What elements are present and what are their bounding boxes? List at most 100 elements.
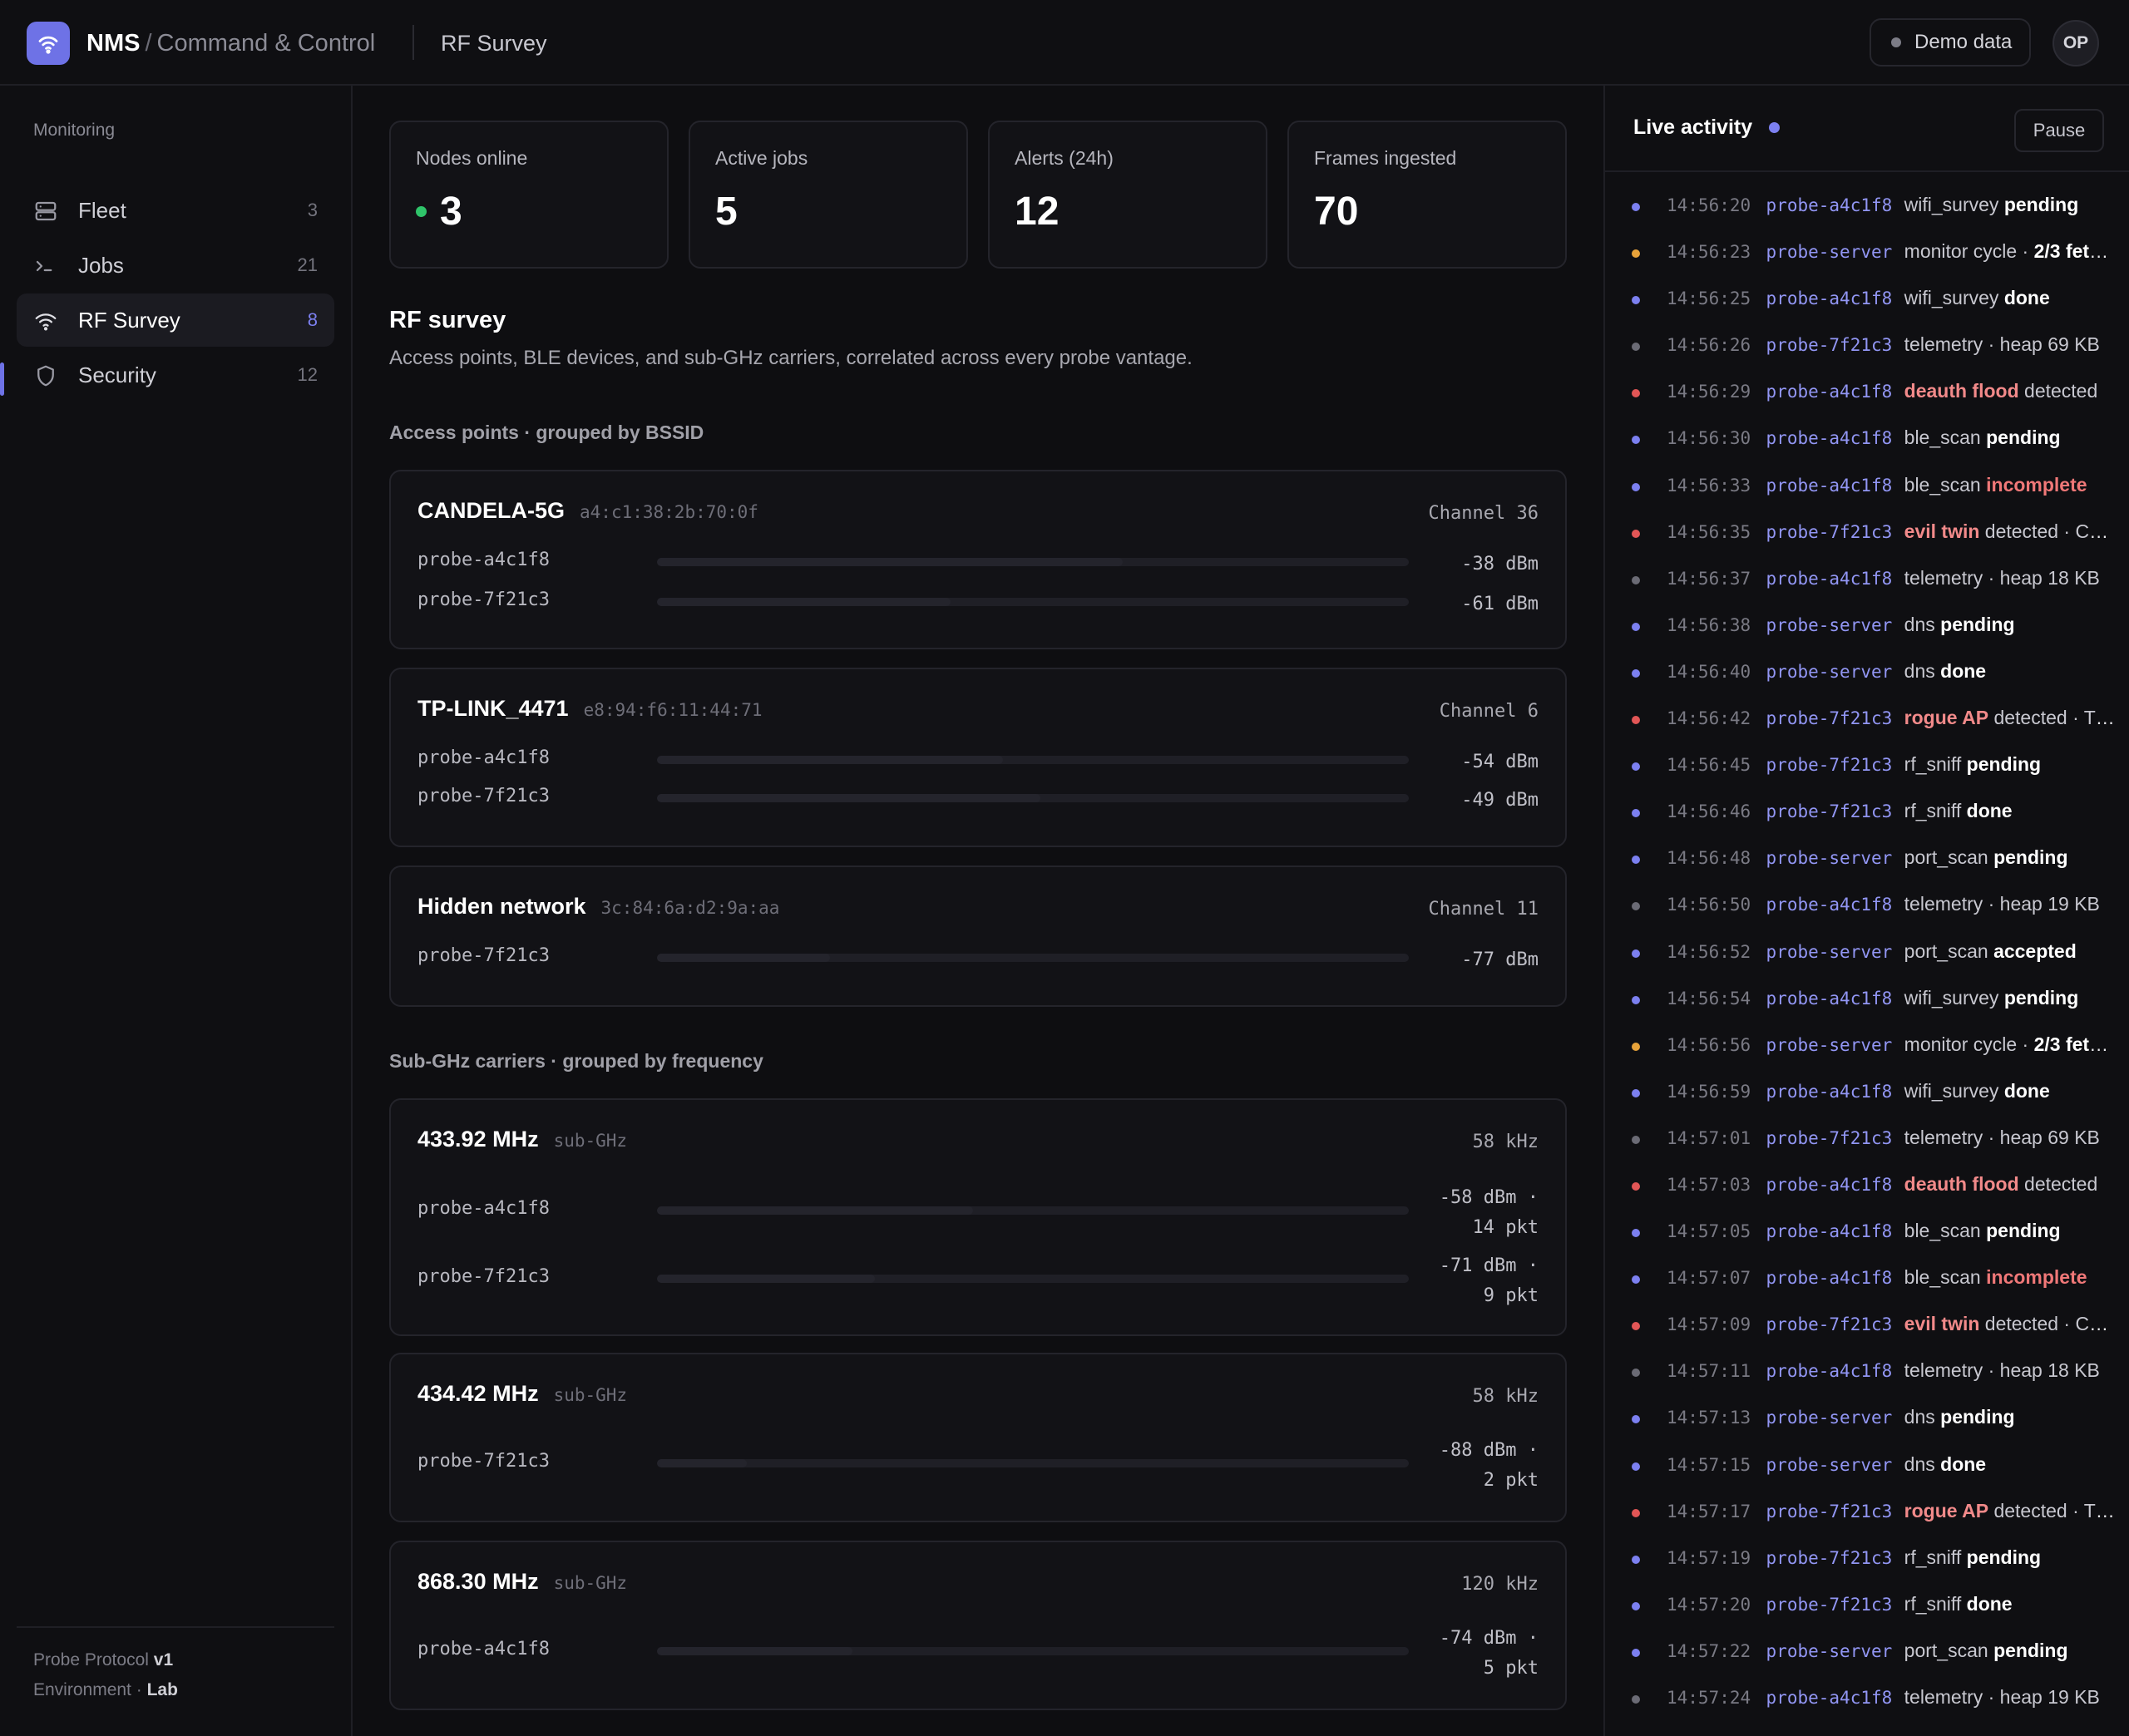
event-status-dot — [1632, 668, 1640, 678]
event-detail: detected · CANDELA-5G — [1984, 1313, 2116, 1335]
activity-feed[interactable]: 14:56:20 probe-a4c1f8 wifi_survey pendin… — [1605, 184, 2129, 1723]
activity-event[interactable]: 14:56:54 probe-a4c1f8 wifi_survey pendin… — [1605, 977, 2129, 1023]
activity-event[interactable]: 14:57:09 probe-7f21c3 evil twin detected… — [1605, 1303, 2129, 1349]
signal-row: probe-a4c1f8 -74 dBm · 5 pkt — [417, 1628, 1539, 1679]
carrier-frequency: 433.92 MHz — [417, 1127, 539, 1152]
event-status-dot — [1632, 716, 1640, 725]
activity-event[interactable]: 14:56:23 probe-server monitor cycle · 2/… — [1605, 230, 2129, 277]
carrier-card[interactable]: 868.30 MHz sub-GHz 120 kHz probe-a4c1f8 -… — [389, 1541, 1567, 1710]
signal-bar-fill — [657, 1647, 853, 1655]
activity-event[interactable]: 14:56:46 probe-7f21c3 rf_sniff done — [1605, 790, 2129, 836]
stat-number: 3 — [440, 190, 462, 234]
signal-bar — [657, 1275, 1409, 1283]
app-title: NMS / Command & Control — [86, 27, 375, 60]
event-probe: probe-7f21c3 — [1766, 1547, 1893, 1568]
activity-event[interactable]: 14:56:38 probe-server dns pending — [1605, 604, 2129, 650]
stat-card-alerts: Alerts (24h) 12 — [988, 121, 1267, 269]
activity-event[interactable]: 14:56:37 probe-a4c1f8 telemetry · heap 1… — [1605, 557, 2129, 604]
activity-event[interactable]: 14:56:20 probe-a4c1f8 wifi_survey pendin… — [1605, 184, 2129, 230]
event-time: 14:56:46 — [1667, 801, 1751, 822]
event-status-dot — [1632, 575, 1640, 584]
activity-event[interactable]: 14:57:13 probe-server dns pending — [1605, 1396, 2129, 1443]
event-text: 14:57:13 probe-server dns pending — [1667, 1406, 2116, 1428]
event-status: done — [2003, 1079, 2050, 1102]
event-text: 14:56:59 probe-a4c1f8 wifi_survey done — [1667, 1080, 2116, 1102]
event-probe: probe-server — [1766, 848, 1893, 869]
packet-count: 5 pkt — [1483, 1658, 1539, 1679]
activity-event[interactable]: 14:57:15 probe-server dns done — [1605, 1443, 2129, 1490]
signal-row: probe-7f21c3 -88 dBm · 2 pkt — [417, 1440, 1539, 1491]
sidebar-item-jobs[interactable]: Jobs 21 — [17, 239, 334, 292]
event-probe: probe-a4c1f8 — [1766, 195, 1893, 215]
sidebar-item-security[interactable]: Security 12 — [17, 348, 334, 402]
activity-event[interactable]: 14:57:05 probe-a4c1f8 ble_scan pending — [1605, 1210, 2129, 1256]
stat-value: 3 — [416, 189, 462, 234]
demo-data-badge[interactable]: Demo data — [1870, 18, 2031, 67]
app-logo[interactable] — [27, 22, 70, 65]
activity-event[interactable]: 14:56:59 probe-a4c1f8 wifi_survey done — [1605, 1070, 2129, 1117]
activity-event[interactable]: 14:56:35 probe-7f21c3 evil twin detected… — [1605, 510, 2129, 557]
event-status-dot — [1632, 1229, 1640, 1238]
activity-event[interactable]: 14:56:56 probe-server monitor cycle · 2/… — [1605, 1023, 2129, 1070]
event-status: deauth flood — [1904, 1172, 2019, 1195]
probe-name: probe-a4c1f8 — [417, 747, 550, 768]
event-status-dot — [1632, 1695, 1640, 1704]
activity-event[interactable]: 14:57:20 probe-7f21c3 rf_sniff done — [1605, 1583, 2129, 1630]
event-status: rogue AP — [1904, 707, 1989, 729]
event-status-dot — [1632, 762, 1640, 772]
event-status-dot — [1632, 1042, 1640, 1051]
event-probe: probe-7f21c3 — [1766, 708, 1893, 729]
event-kind: telemetry · heap 19 KB — [1904, 893, 2100, 915]
event-kind: telemetry · heap 19 KB — [1904, 1686, 2100, 1708]
activity-event[interactable]: 14:57:24 probe-a4c1f8 telemetry · heap 1… — [1605, 1676, 2129, 1723]
signal-row: probe-a4c1f8 -38 dBm — [417, 545, 1539, 578]
activity-event[interactable]: 14:57:19 probe-7f21c3 rf_sniff pending — [1605, 1536, 2129, 1583]
event-kind: port_scan — [1904, 1639, 1988, 1661]
wifi-icon — [35, 313, 57, 331]
sidebar-item-count: 12 — [297, 364, 318, 385]
event-status-dot — [1632, 622, 1640, 631]
activity-event[interactable]: 14:56:30 probe-a4c1f8 ble_scan pending — [1605, 417, 2129, 463]
access-point-card[interactable]: Hidden network 3c:84:6a:d2:9a:aa Channel … — [389, 866, 1567, 1007]
activity-event[interactable]: 14:56:52 probe-server port_scan accepted — [1605, 930, 2129, 977]
activity-event[interactable]: 14:57:01 probe-7f21c3 telemetry · heap 6… — [1605, 1117, 2129, 1163]
pause-button[interactable]: Pause — [2014, 109, 2104, 152]
sidebar-item-fleet[interactable]: Fleet 3 — [17, 184, 334, 237]
activity-event[interactable]: 14:57:22 probe-server port_scan pending — [1605, 1630, 2129, 1676]
activity-event[interactable]: 14:56:25 probe-a4c1f8 wifi_survey done — [1605, 277, 2129, 323]
activity-event[interactable]: 14:56:40 probe-server dns done — [1605, 650, 2129, 697]
event-status: pending — [1966, 753, 2042, 776]
stat-label: Frames ingested — [1314, 147, 1457, 169]
activity-event[interactable]: 14:57:17 probe-7f21c3 rogue AP detected … — [1605, 1490, 2129, 1536]
sidebar-section-title: Monitoring — [33, 121, 116, 140]
activity-event[interactable]: 14:56:33 probe-a4c1f8 ble_scan incomplet… — [1605, 464, 2129, 510]
activity-event[interactable]: 14:56:50 probe-a4c1f8 telemetry · heap 1… — [1605, 883, 2129, 930]
carrier-card[interactable]: 433.92 MHz sub-GHz 58 kHz probe-a4c1f8 -5… — [389, 1098, 1567, 1336]
access-point-card[interactable]: CANDELA-5G a4:c1:38:2b:70:0f Channel 36 p… — [389, 470, 1567, 649]
ap-title: CANDELA-5G a4:c1:38:2b:70:0f — [417, 498, 758, 524]
event-status: pending — [1993, 1639, 2068, 1661]
event-probe: probe-a4c1f8 — [1766, 988, 1893, 1009]
sidebar-item-rf-survey[interactable]: RF Survey 8 — [17, 293, 334, 347]
event-status-dot — [1632, 1369, 1640, 1378]
activity-event[interactable]: 14:57:07 probe-a4c1f8 ble_scan incomplet… — [1605, 1256, 2129, 1303]
event-status: pending — [1986, 427, 2061, 449]
activity-event[interactable]: 14:57:11 probe-a4c1f8 telemetry · heap 1… — [1605, 1349, 2129, 1396]
brand-name: NMS — [86, 30, 141, 57]
event-time: 14:56:26 — [1667, 335, 1751, 356]
signal-value: -74 dBm · 5 pkt — [1440, 1624, 1539, 1684]
activity-event[interactable]: 14:56:29 probe-a4c1f8 deauth flood detec… — [1605, 370, 2129, 417]
activity-event[interactable]: 14:57:03 probe-a4c1f8 deauth flood detec… — [1605, 1163, 2129, 1210]
environment: Environment · Lab — [33, 1680, 178, 1700]
carrier-card[interactable]: 434.42 MHz sub-GHz 58 kHz probe-7f21c3 -8… — [389, 1353, 1567, 1522]
activity-event[interactable]: 14:56:42 probe-7f21c3 rogue AP detected … — [1605, 697, 2129, 743]
event-probe: probe-a4c1f8 — [1766, 1361, 1893, 1382]
activity-event[interactable]: 14:56:45 probe-7f21c3 rf_sniff pending — [1605, 743, 2129, 790]
event-text: 14:56:26 probe-7f21c3 telemetry · heap 6… — [1667, 333, 2116, 356]
signal-row: probe-7f21c3 -77 dBm — [417, 940, 1539, 974]
avatar[interactable]: OP — [2052, 20, 2099, 67]
activity-event[interactable]: 14:56:48 probe-server port_scan pending — [1605, 836, 2129, 883]
activity-event[interactable]: 14:56:26 probe-7f21c3 telemetry · heap 6… — [1605, 323, 2129, 370]
access-point-card[interactable]: TP-LINK_4471 e8:94:f6:11:44:71 Channel 6 … — [389, 668, 1567, 847]
wifi-icon — [38, 36, 58, 54]
